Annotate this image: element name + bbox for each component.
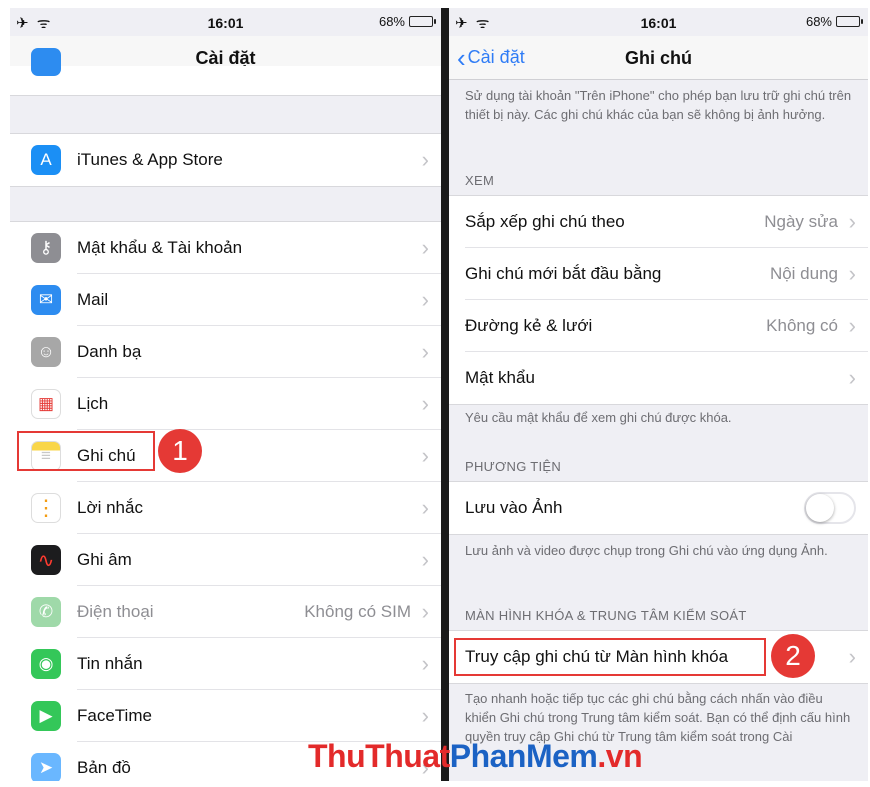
chevron-right-icon: › — [421, 547, 429, 572]
password-row[interactable]: Mật khẩu › — [449, 352, 868, 404]
phone-sim-status: Không có SIM — [304, 602, 411, 621]
callout-badge-1: 1 — [158, 429, 202, 473]
sort-notes-row[interactable]: Sắp xếp ghi chú theo Ngày sửa › — [449, 196, 868, 248]
chevron-right-icon: › — [848, 365, 856, 390]
settings-item-label: Ghi âm — [77, 550, 132, 569]
phone-icon: ✆ — [31, 597, 61, 627]
view-settings-group: Sắp xếp ghi chú theo Ngày sửa › Ghi chú … — [449, 195, 868, 405]
row-label: Mật khẩu — [465, 368, 535, 387]
battery-percent: 68% — [378, 14, 405, 29]
media-note: Lưu ảnh và video được chụp trong Ghi chú… — [465, 543, 828, 558]
row-label: Đường kẻ & lưới — [465, 316, 593, 335]
save-to-photos-row: Lưu vào Ảnh — [449, 482, 868, 534]
app-store-icon: A — [31, 145, 61, 175]
settings-item-contacts[interactable]: ☺ Danh bạ › — [10, 326, 441, 378]
chevron-right-icon: › — [848, 644, 856, 669]
settings-item-phone[interactable]: ✆ Điện thoại Không có SIM › — [10, 586, 441, 638]
settings-item-label: Lịch — [77, 394, 109, 413]
chevron-right-icon: › — [848, 313, 856, 338]
row-value: Không có — [766, 316, 838, 335]
settings-group-top — [10, 48, 441, 96]
status-time: 16:01 — [207, 15, 244, 31]
settings-item-label: Mật khẩu & Tài khoản — [77, 238, 243, 257]
settings-item-mail[interactable]: ✉ Mail › — [10, 274, 441, 326]
maps-icon: ➤ — [31, 753, 61, 781]
notes-highlight-box — [17, 431, 155, 471]
lock-row-highlight-box — [454, 638, 766, 676]
chevron-right-icon: › — [421, 703, 429, 728]
key-icon: ⚷ — [31, 233, 61, 263]
status-bar: ✈ ᯤ 16:01 68% — [449, 8, 868, 36]
row-label: Sắp xếp ghi chú theo — [465, 212, 625, 231]
row-value: Nội dung — [769, 264, 838, 283]
cut-off-app-icon — [31, 48, 61, 76]
chevron-right-icon: › — [421, 339, 429, 364]
nav-bar: ‹ Cài đặt Ghi chú — [449, 36, 868, 80]
password-note: Yêu cầu mật khẩu để xem ghi chú được khó… — [465, 410, 732, 425]
row-label: Ghi chú mới bắt đầu bằng — [465, 264, 662, 283]
chevron-right-icon: › — [421, 147, 429, 172]
chevron-right-icon: › — [421, 443, 429, 468]
contacts-icon: ☺ — [31, 337, 61, 367]
status-bar: ✈ ᯤ 16:01 68% — [10, 8, 441, 36]
section-header-media: PHƯƠNG TIỆN — [465, 459, 562, 474]
mail-icon: ✉ — [31, 285, 61, 315]
row-value: Ngày sửa — [764, 212, 838, 231]
chevron-right-icon: › — [421, 287, 429, 312]
chevron-right-icon: › — [848, 209, 856, 234]
row-label: Lưu vào Ảnh — [465, 498, 563, 517]
settings-item-passwords[interactable]: ⚷ Mật khẩu & Tài khoản › — [10, 222, 441, 274]
notes-settings-screen: ✈ ᯤ 16:01 68% ‹ Cài đặt Ghi chú Sử dụng … — [449, 8, 868, 781]
settings-item-reminders[interactable]: ⋮ Lời nhắc › — [10, 482, 441, 534]
page-title: Ghi chú — [625, 48, 692, 68]
battery-indicator: 68% — [378, 14, 436, 29]
settings-item-itunes[interactable]: A iTunes & App Store › — [10, 134, 441, 186]
facetime-icon: ▶ — [31, 701, 61, 731]
media-settings-group: Lưu vào Ảnh — [449, 481, 868, 535]
settings-item-label: iTunes & App Store — [77, 150, 223, 169]
messages-icon: ◉ — [31, 649, 61, 679]
chevron-right-icon: › — [421, 599, 429, 624]
settings-item-label: Bản đồ — [77, 758, 131, 777]
battery-icon — [836, 16, 863, 27]
settings-item-facetime[interactable]: ▶ FaceTime › — [10, 690, 441, 742]
save-to-photos-toggle[interactable] — [804, 492, 856, 524]
chevron-right-icon: › — [421, 391, 429, 416]
reminders-icon: ⋮ — [31, 493, 61, 523]
section-header-lock-screen: MÀN HÌNH KHÓA & TRUNG TÂM KIỂM SOÁT — [465, 608, 747, 623]
settings-item-voice-memos[interactable]: ∿ Ghi âm › — [10, 534, 441, 586]
settings-item-messages[interactable]: ◉ Tin nhắn › — [10, 638, 441, 690]
settings-group-store: A iTunes & App Store › — [10, 133, 441, 187]
lines-grids-row[interactable]: Đường kẻ & lưới Không có › — [449, 300, 868, 352]
chevron-right-icon: › — [421, 651, 429, 676]
settings-item-label: FaceTime — [77, 706, 152, 725]
new-notes-start-row[interactable]: Ghi chú mới bắt đầu bằng Nội dung › — [449, 248, 868, 300]
battery-indicator: 68% — [805, 14, 863, 29]
settings-item-label: Mail — [77, 290, 109, 309]
chevron-right-icon: › — [421, 495, 429, 520]
settings-screen: ✈ ᯤ 16:01 68% Cài đặt A iTunes & App Sto… — [10, 8, 441, 781]
battery-icon — [409, 16, 436, 27]
calendar-icon: ▦ — [31, 389, 61, 419]
callout-badge-2: 2 — [771, 634, 815, 678]
chevron-right-icon: › — [848, 261, 856, 286]
settings-group-apps: ⚷ Mật khẩu & Tài khoản › ✉ Mail › ☺ Danh… — [10, 221, 441, 781]
settings-item-label: Danh bạ — [77, 342, 142, 361]
chevron-right-icon: › — [421, 235, 429, 260]
settings-item-calendar[interactable]: ▦ Lịch › — [10, 378, 441, 430]
settings-item-label: Lời nhắc — [77, 498, 143, 517]
voice-memos-icon: ∿ — [31, 545, 61, 575]
watermark-logo: ThuThuatPhanMem.vn — [308, 738, 643, 774]
battery-percent: 68% — [805, 14, 832, 29]
settings-item-label: Điện thoại — [77, 602, 154, 621]
panel-divider — [441, 8, 449, 781]
settings-item-label: Tin nhắn — [77, 654, 143, 673]
intro-note: Sử dụng tài khoản "Trên iPhone" cho phép… — [465, 88, 852, 122]
section-header-view: XEM — [465, 173, 495, 188]
